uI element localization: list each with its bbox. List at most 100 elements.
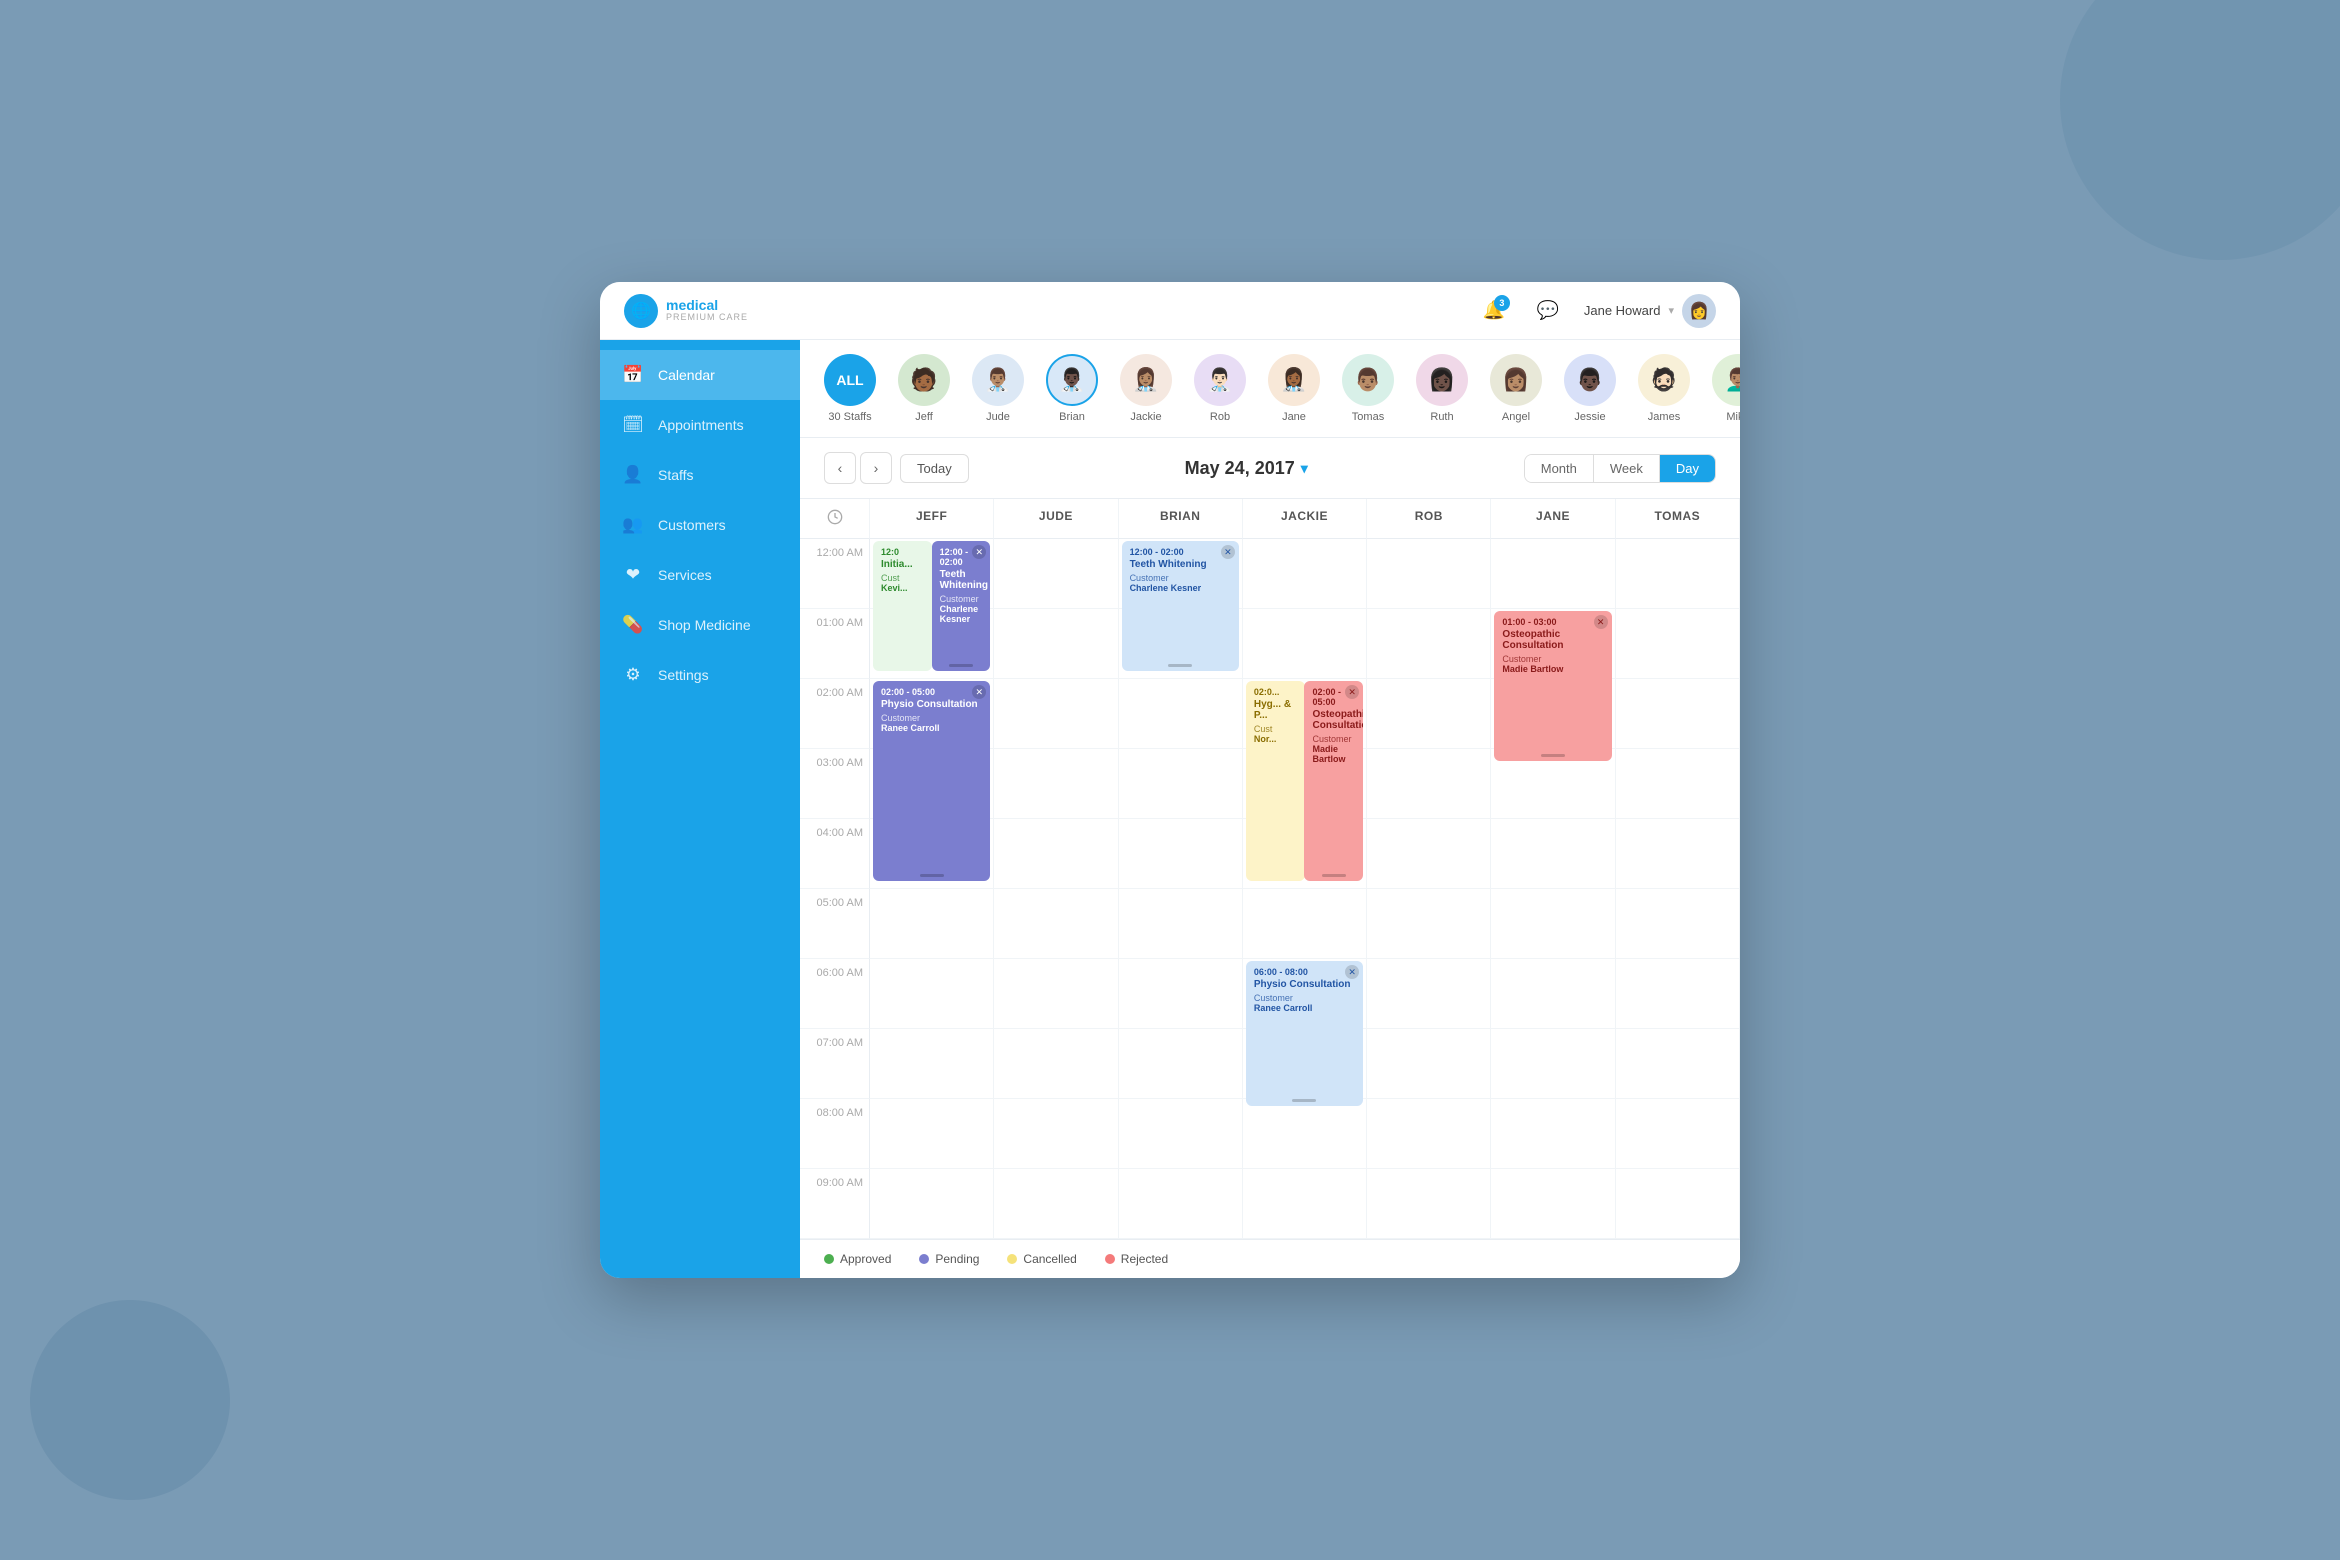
sidebar-item-shop-medicine[interactable]: 💊 Shop Medicine: [600, 600, 800, 650]
appt-close-btn[interactable]: ✕: [1594, 615, 1608, 629]
sidebar-label-calendar: Calendar: [658, 367, 715, 383]
appt-title: Teeth Whitening: [1130, 559, 1231, 570]
user-info[interactable]: Jane Howard ▾ 👩: [1584, 294, 1716, 328]
appt-resize-handle[interactable]: [920, 874, 944, 877]
cell-jackie-0600: ✕ 06:00 - 08:00 Physio Consultation Cust…: [1243, 959, 1367, 1029]
cell-rob-0100: [1367, 609, 1491, 679]
time-0600am: 06:00 AM: [800, 959, 870, 1029]
staff-strip: ALL 30 Staffs 🧑🏾 Jeff 👨🏽‍⚕️ Jude 👨🏿‍⚕️ B…: [800, 340, 1740, 438]
legend-label-cancelled: Cancelled: [1023, 1252, 1076, 1266]
sidebar-label-settings: Settings: [658, 667, 709, 683]
cell-jane-0800: [1491, 1099, 1615, 1169]
week-view-button[interactable]: Week: [1594, 455, 1660, 482]
staff-jude[interactable]: 👨🏽‍⚕️ Jude: [972, 354, 1024, 423]
cell-brian-0700: [1119, 1029, 1243, 1099]
staff-avatar-angel: 👩🏽: [1490, 354, 1542, 406]
legend-approved: Approved: [824, 1252, 891, 1266]
cell-tomas-1200: [1616, 539, 1740, 609]
appt-label: Customer: [1312, 734, 1355, 744]
appt-jeff-physio[interactable]: ✕ 02:00 - 05:00 Physio Consultation Cust…: [873, 681, 990, 881]
staff-all[interactable]: ALL 30 Staffs: [824, 354, 876, 423]
appt-resize-handle[interactable]: [1292, 1099, 1316, 1102]
appt-brian-teeth[interactable]: ✕ 12:00 - 02:00 Teeth Whitening Customer…: [1122, 541, 1239, 671]
cell-tomas-0600: [1616, 959, 1740, 1029]
legend-cancelled: Cancelled: [1007, 1252, 1076, 1266]
appt-close-btn[interactable]: ✕: [1345, 685, 1359, 699]
legend-rejected: Rejected: [1105, 1252, 1168, 1266]
content-area: ALL 30 Staffs 🧑🏾 Jeff 👨🏽‍⚕️ Jude 👨🏿‍⚕️ B…: [800, 340, 1740, 1278]
appt-close-btn[interactable]: ✕: [1221, 545, 1235, 559]
staff-angel[interactable]: 👩🏽 Angel: [1490, 354, 1542, 423]
cell-jane-0600: [1491, 959, 1615, 1029]
sidebar-label-appointments: Appointments: [658, 417, 744, 433]
sidebar-item-calendar[interactable]: 📅 Calendar: [600, 350, 800, 400]
appt-label: Customer: [1254, 993, 1355, 1003]
time-0200am: 02:00 AM: [800, 679, 870, 749]
staff-ruth[interactable]: 👩🏿 Ruth: [1416, 354, 1468, 423]
sidebar-item-appointments[interactable]: 🗓 Appointments: [600, 400, 800, 450]
appt-jeff-teeth[interactable]: ✕ 12:00 - 02:00 Teeth Whitening Customer…: [932, 541, 991, 671]
col-header-jackie: JACKIE: [1243, 499, 1367, 539]
next-button[interactable]: ›: [860, 452, 892, 484]
appt-resize-handle[interactable]: [1541, 754, 1565, 757]
appt-jackie-physio[interactable]: ✕ 06:00 - 08:00 Physio Consultation Cust…: [1246, 961, 1363, 1106]
appt-jeff-initial[interactable]: 12:0 Initia... Cust Kevi...: [873, 541, 932, 671]
appt-close-btn[interactable]: ✕: [972, 685, 986, 699]
staff-jackie[interactable]: 👩🏽‍⚕️ Jackie: [1120, 354, 1172, 423]
appt-label: Cust: [881, 573, 924, 583]
col-header-jane: JANE: [1491, 499, 1615, 539]
cell-tomas-0500: [1616, 889, 1740, 959]
month-view-button[interactable]: Month: [1525, 455, 1594, 482]
sidebar: 📅 Calendar 🗓 Appointments 👤 Staffs 👥 Cus…: [600, 340, 800, 1278]
app-window: 🌐 medical premium care 🔔 3 💬 Jane Howard…: [600, 282, 1740, 1278]
calendar-date[interactable]: May 24, 2017 ▾: [1185, 458, 1308, 479]
day-view-button[interactable]: Day: [1660, 455, 1715, 482]
time-0800am: 08:00 AM: [800, 1099, 870, 1169]
calendar-grid: JEFF JUDE BRIAN JACKIE ROB JANE TOMAS 12…: [800, 499, 1740, 1239]
sidebar-label-services: Services: [658, 567, 712, 583]
staff-mike[interactable]: 👨🏽‍🦱 Mike: [1712, 354, 1740, 423]
appt-jane-osteo[interactable]: ✕ 01:00 - 03:00 Osteopathic Consultation…: [1494, 611, 1611, 761]
appt-time: 06:00 - 08:00: [1254, 967, 1355, 977]
main-layout: 📅 Calendar 🗓 Appointments 👤 Staffs 👥 Cus…: [600, 340, 1740, 1278]
appt-customer: Charlene Kesner: [940, 604, 983, 624]
notification-button[interactable]: 🔔 3: [1476, 293, 1512, 329]
staff-jane[interactable]: 👩🏾‍⚕️ Jane: [1268, 354, 1320, 423]
settings-icon: ⚙: [622, 664, 644, 686]
staff-avatar-jessie: 👨🏿: [1564, 354, 1616, 406]
staff-jeff[interactable]: 🧑🏾 Jeff: [898, 354, 950, 423]
cell-tomas-0300: [1616, 749, 1740, 819]
today-button[interactable]: Today: [900, 454, 969, 483]
appt-jackie-osteo[interactable]: ✕ 02:00 - 05:00 Osteopathic Consultation…: [1304, 681, 1363, 881]
staff-name-angel: Angel: [1502, 411, 1530, 423]
cell-tomas-0700: [1616, 1029, 1740, 1099]
sidebar-item-settings[interactable]: ⚙ Settings: [600, 650, 800, 700]
staff-avatar-tomas: 👨🏽: [1342, 354, 1394, 406]
sidebar-item-services[interactable]: ❤ Services: [600, 550, 800, 600]
appt-resize-handle[interactable]: [1168, 664, 1192, 667]
cell-brian-0200: [1119, 679, 1243, 749]
staff-jessie[interactable]: 👨🏿 Jessie: [1564, 354, 1616, 423]
staff-avatar-ruth: 👩🏿: [1416, 354, 1468, 406]
sidebar-label-staffs: Staffs: [658, 467, 694, 483]
sidebar-item-staffs[interactable]: 👤 Staffs: [600, 450, 800, 500]
calendar-toolbar: ‹ › Today May 24, 2017 ▾ Month Week Day: [800, 438, 1740, 499]
appt-close-btn[interactable]: ✕: [1345, 965, 1359, 979]
appt-resize-handle[interactable]: [1322, 874, 1346, 877]
calendar-icon: 📅: [622, 364, 644, 386]
appt-title: Physio Consultation: [881, 699, 982, 710]
staff-tomas[interactable]: 👨🏽 Tomas: [1342, 354, 1394, 423]
appt-jackie-hyg[interactable]: 02:0... Hyg... & P... Cust Nor...: [1246, 681, 1305, 881]
sidebar-item-customers[interactable]: 👥 Customers: [600, 500, 800, 550]
appt-title: Initia...: [881, 559, 924, 570]
cell-jude-0200: [994, 679, 1118, 749]
prev-button[interactable]: ‹: [824, 452, 856, 484]
staff-brian[interactable]: 👨🏿‍⚕️ Brian: [1046, 354, 1098, 423]
message-button[interactable]: 💬: [1530, 293, 1566, 329]
appt-resize-handle[interactable]: [949, 664, 973, 667]
staff-avatar-jackie: 👩🏽‍⚕️: [1120, 354, 1172, 406]
appt-customer: Ranee Carroll: [881, 723, 982, 733]
staff-james[interactable]: 🧔🏻 James: [1638, 354, 1690, 423]
staff-rob[interactable]: 👨🏻‍⚕️ Rob: [1194, 354, 1246, 423]
appt-close-btn[interactable]: ✕: [972, 545, 986, 559]
